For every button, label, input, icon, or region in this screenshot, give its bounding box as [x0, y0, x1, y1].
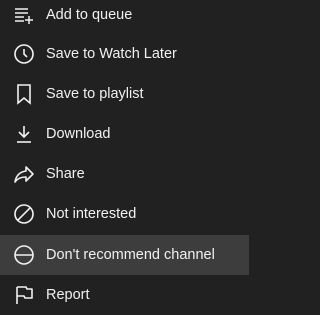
menu-item-label: Download: [46, 126, 111, 142]
menu-item-label: Not interested: [46, 206, 137, 222]
menu-item-report[interactable]: Report: [0, 275, 249, 315]
menu-item-save-to-watch-later[interactable]: Save to Watch Later: [0, 34, 249, 74]
context-menu: Add to queue Save to Watch Later Save to…: [0, 0, 249, 312]
menu-item-label: Report: [46, 287, 90, 303]
menu-item-label: Save to Watch Later: [46, 46, 177, 62]
menu-item-label: Add to queue: [46, 7, 133, 23]
menu-item-download[interactable]: Download: [0, 114, 249, 154]
minus-circle-icon: [12, 243, 36, 267]
add-to-queue-icon: [12, 3, 36, 27]
menu-item-save-to-playlist[interactable]: Save to playlist: [0, 74, 249, 114]
clock-icon: [12, 42, 36, 66]
menu-item-dont-recommend-channel[interactable]: Don't recommend channel: [0, 235, 249, 275]
block-icon: [12, 202, 36, 226]
share-icon: [12, 162, 36, 186]
download-icon: [12, 122, 36, 146]
bookmark-icon: [12, 82, 36, 106]
menu-item-label: Don't recommend channel: [46, 247, 215, 263]
menu-item-label: Share: [46, 166, 85, 182]
menu-item-add-to-queue[interactable]: Add to queue: [0, 0, 249, 35]
menu-item-share[interactable]: Share: [0, 154, 249, 194]
menu-item-not-interested[interactable]: Not interested: [0, 194, 249, 234]
flag-icon: [12, 283, 36, 307]
menu-item-label: Save to playlist: [46, 86, 144, 102]
